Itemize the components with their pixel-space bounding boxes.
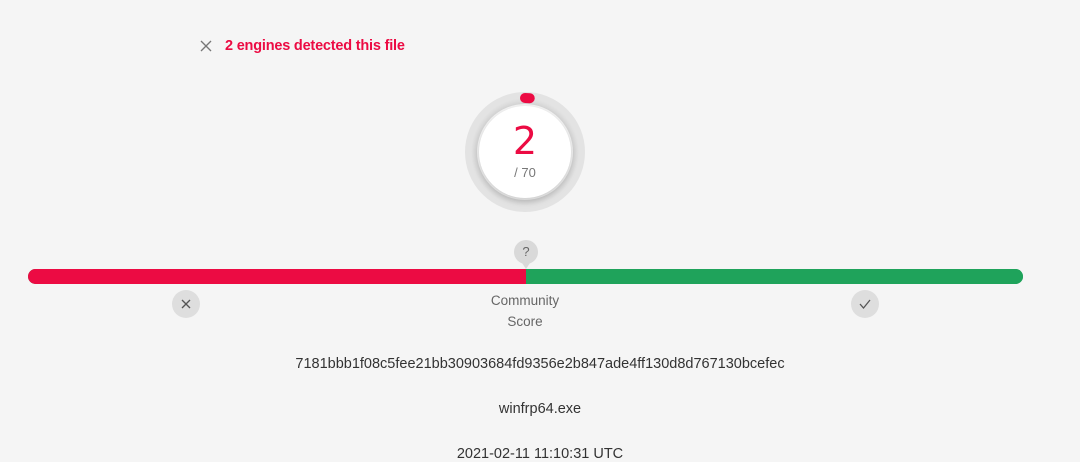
community-score-label: Community Score: [465, 290, 585, 332]
file-name: winfrp64.exe: [498, 401, 582, 417]
community-help-icon[interactable]: ?: [514, 240, 538, 269]
community-label-line2: Score: [507, 314, 543, 329]
detection-title: 2 engines detected this file: [225, 38, 405, 54]
community-score-positive: [525, 269, 1023, 284]
community-label-line1: Community: [490, 293, 560, 308]
file-hash[interactable]: 7181bbb1f08c5fee21bb30903684fd9356e2b847…: [0, 356, 1080, 372]
detection-score-gauge: 2 / 70: [465, 92, 585, 212]
community-score-bar: [28, 269, 1023, 284]
vote-harmful-button[interactable]: [172, 290, 200, 318]
total-engines: / 70: [514, 165, 536, 180]
gauge-center: 2 / 70: [479, 106, 571, 198]
vote-harmless-button[interactable]: [851, 290, 879, 318]
detected-count: 2: [512, 119, 538, 163]
community-score-negative: [28, 269, 526, 284]
close-icon[interactable]: [199, 39, 213, 53]
check-icon: [859, 299, 871, 310]
detection-header: 2 engines detected this file: [199, 36, 405, 56]
close-icon: [181, 299, 191, 309]
